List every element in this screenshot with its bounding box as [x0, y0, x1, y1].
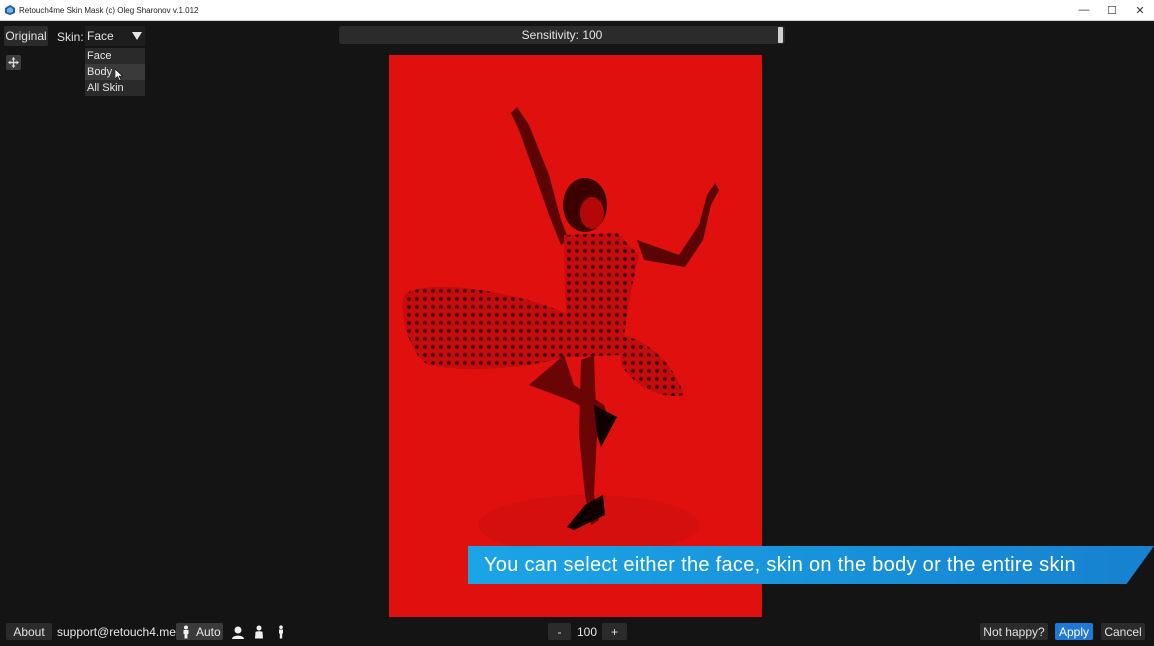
body-mode-button[interactable] — [272, 623, 289, 640]
half-body-mode-button[interactable] — [250, 623, 267, 640]
zoom-value: 100 — [576, 625, 598, 639]
window-title: Retouch4me Skin Mask (c) Oleg Sharonov v… — [19, 5, 199, 15]
sensitivity-label: Sensitivity: 100 — [521, 28, 603, 42]
zoom-in-button[interactable]: + — [602, 623, 627, 640]
title-bar: Retouch4me Skin Mask (c) Oleg Sharonov v… — [0, 0, 1154, 21]
maximize-button[interactable]: ☐ — [1098, 0, 1126, 20]
not-happy-button[interactable]: Not happy? — [980, 623, 1048, 640]
half-body-icon — [254, 625, 263, 638]
sensitivity-slider[interactable]: Sensitivity: 100 — [339, 26, 785, 44]
cancel-button[interactable]: Cancel — [1101, 623, 1145, 640]
minimize-button[interactable]: — — [1070, 0, 1098, 20]
close-button[interactable]: ✕ — [1126, 0, 1154, 20]
slider-handle[interactable] — [778, 27, 783, 43]
mouse-cursor-icon — [115, 69, 123, 81]
zoom-out-button[interactable]: - — [548, 623, 571, 640]
skin-label: Skin: — [57, 30, 84, 44]
caption-banner: You can select either the face, skin on … — [468, 546, 1154, 584]
original-button[interactable]: Original — [4, 26, 48, 46]
portrait-mode-button[interactable] — [229, 623, 246, 640]
full-body-icon — [183, 625, 189, 638]
move-arrows-icon — [8, 57, 19, 68]
move-tool-button[interactable] — [6, 55, 21, 70]
about-button[interactable]: About — [6, 623, 52, 640]
skin-option-all-skin[interactable]: All Skin — [85, 80, 145, 96]
auto-mode-button[interactable]: Auto — [176, 623, 223, 640]
app-logo-icon — [5, 5, 15, 15]
standing-body-icon — [278, 624, 283, 638]
dancer-silhouette-image — [389, 55, 762, 617]
support-email-link[interactable]: support@retouch4.me — [57, 625, 176, 639]
auto-label: Auto — [196, 624, 221, 639]
skin-select[interactable]: Face — [85, 26, 145, 46]
portrait-icon — [231, 626, 244, 639]
skin-selected-value: Face — [87, 29, 114, 43]
apply-button[interactable]: Apply — [1055, 623, 1093, 640]
chevron-down-icon — [132, 32, 142, 40]
skin-option-face[interactable]: Face — [85, 48, 145, 64]
photo-preview — [389, 55, 762, 617]
